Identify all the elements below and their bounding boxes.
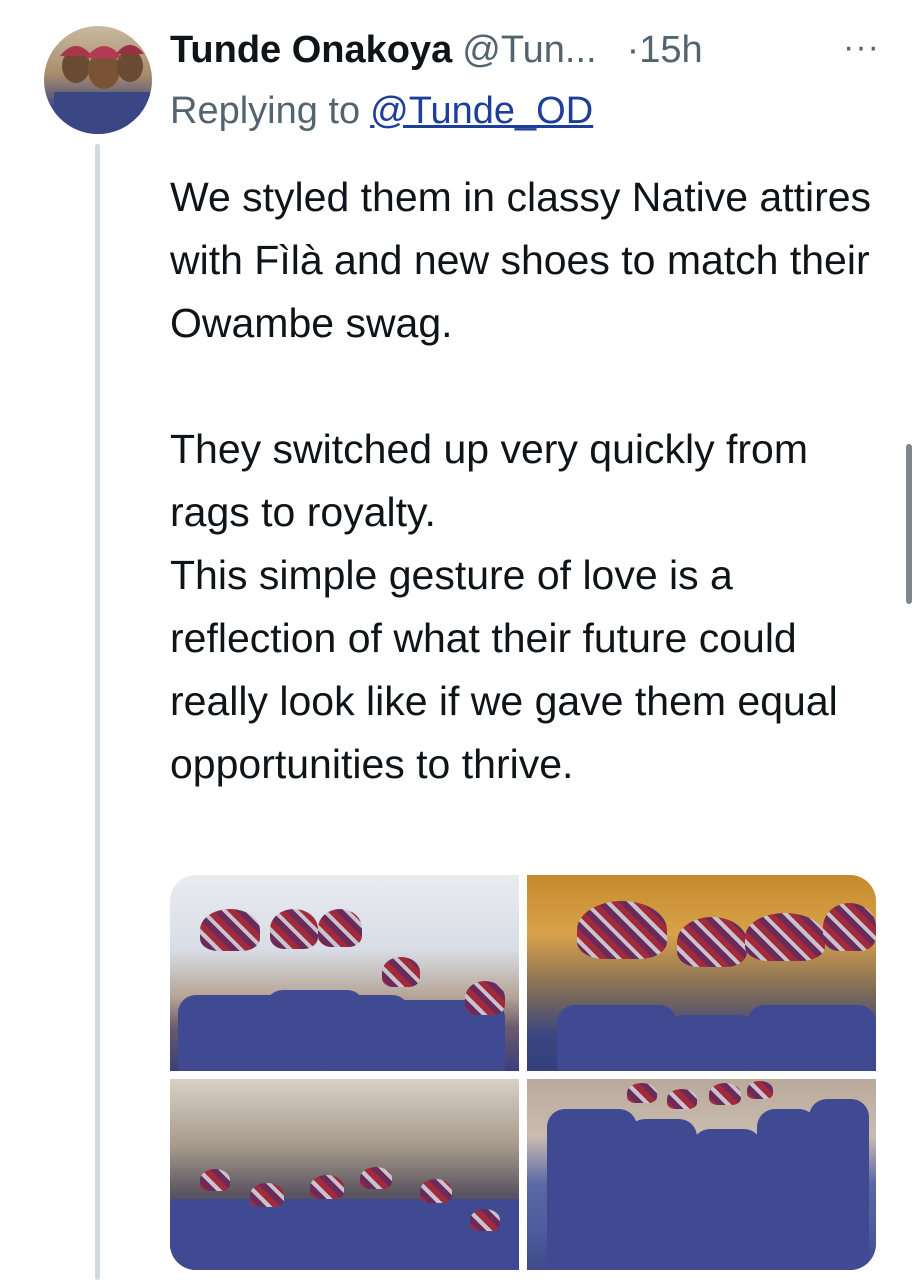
tweet-paragraph: This simple gesture of love is a reflect… (170, 552, 838, 787)
more-options-icon[interactable]: ··· (843, 28, 880, 67)
author-handle[interactable]: @Tun... (462, 29, 596, 72)
timestamp[interactable]: ·15h (627, 29, 703, 72)
thread-line (95, 144, 100, 1280)
avatar-image (54, 45, 150, 134)
tweet-paragraph: We styled them in classy Native attires … (170, 174, 872, 346)
tweet-body: We styled them in classy Native attires … (170, 166, 890, 796)
photo-3[interactable] (170, 1079, 519, 1270)
replying-prefix: Replying to (170, 90, 361, 132)
mention-link[interactable]: @Tunde_OD (370, 90, 593, 132)
tweet-paragraph: They switched up very quickly from rags … (170, 426, 809, 535)
author-name[interactable]: Tunde Onakoya (170, 29, 452, 72)
media-grid (170, 875, 876, 1270)
replying-to: Replying to @Tunde_OD (170, 90, 593, 133)
tweet-header: Tunde Onakoya @Tun... ·15h ··· (170, 22, 890, 78)
scrollbar[interactable] (906, 444, 912, 604)
photo-2[interactable] (527, 875, 876, 1071)
photo-4[interactable] (527, 1079, 876, 1270)
photo-1[interactable] (170, 875, 519, 1071)
avatar[interactable] (44, 26, 152, 134)
